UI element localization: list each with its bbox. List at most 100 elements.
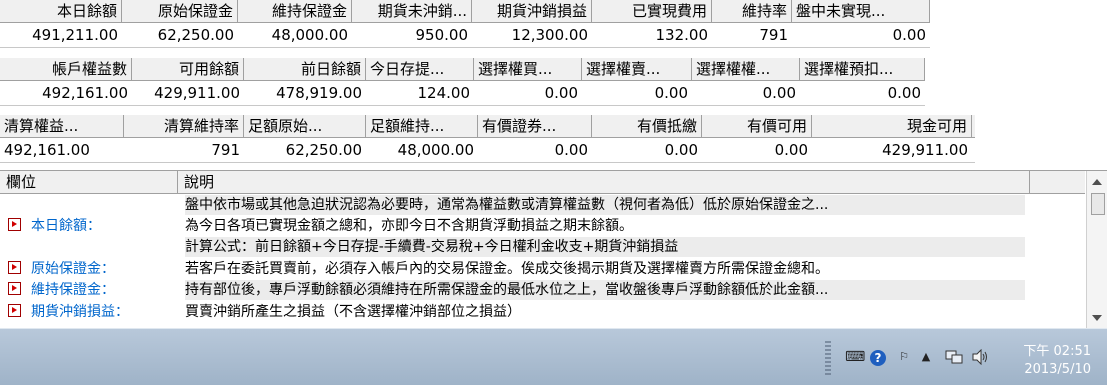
field-name-wrap: 原始保證金：	[8, 259, 180, 279]
value-cell[interactable]: 0.00	[702, 138, 812, 162]
value-cell[interactable]: 0.00	[478, 138, 592, 162]
list-item[interactable]: 原始保證金： 若客戶在委託買賣前，必須存入帳戶內的交易保證金。俟成交後揭示期貨及…	[0, 259, 1085, 279]
field-description: 為今日各項已實現金額之總和，亦即今日不含期貨浮動損益之期末餘額。	[185, 218, 633, 234]
field-description: 買賣沖銷所產生之損益（不含選擇權沖銷部位之損益）	[185, 304, 521, 320]
value-cell[interactable]: 12,300.00	[472, 23, 592, 47]
show-hidden-icons[interactable]: ▲	[917, 349, 935, 365]
value-cell[interactable]: 0.00	[692, 81, 800, 105]
grid-3-header: 清算權益... 清算維持率 足額原始... 足額維持... 有價證券... 有價…	[0, 115, 975, 138]
header-cell[interactable]: 維持保證金	[238, 0, 352, 22]
network-icon[interactable]	[945, 349, 963, 365]
value-cell[interactable]: 429,911.00	[132, 81, 244, 105]
grid-3-values: 492,161.00 791 62,250.00 48,000.00 0.00 …	[0, 138, 975, 163]
flag-icon[interactable]: ⚐	[895, 349, 913, 365]
vertical-scrollbar[interactable]	[1086, 171, 1107, 329]
header-cell[interactable]: 選擇權權...	[692, 58, 800, 80]
list-item[interactable]: 本日餘額： 為今日各項已實現金額之總和，亦即今日不含期貨浮動損益之期末餘額。	[0, 216, 1085, 236]
scroll-down-icon[interactable]	[1092, 315, 1102, 321]
value-cell[interactable]: 48,000.00	[238, 23, 352, 47]
header-cell[interactable]: 清算權益...	[0, 115, 124, 137]
header-cell[interactable]: 今日存提...	[366, 58, 474, 80]
list-item[interactable]: 計算公式：前日餘額+今日存提-手續費-交易稅+今日權利金收支+期貨沖銷損益	[0, 237, 1085, 257]
value-cell[interactable]: 48,000.00	[366, 138, 478, 162]
header-cell[interactable]: 原始保證金	[122, 0, 238, 22]
grid-1-values: 491,211.00 62,250.00 48,000.00 950.00 12…	[0, 23, 930, 48]
value-cell[interactable]: 0.00	[592, 138, 702, 162]
help-icon[interactable]: ?	[869, 349, 887, 366]
value-cell[interactable]: 791	[712, 23, 792, 47]
value-cell[interactable]: 62,250.00	[244, 138, 366, 162]
field-description: 盤中依市場或其他急迫狀況認為必要時，通常為權益數或清算權益數（視何者為低）低於原…	[185, 195, 1025, 215]
header-cell[interactable]: 有價可用	[702, 115, 812, 137]
value-cell[interactable]: 478,919.00	[244, 81, 366, 105]
list-item[interactable]: 期貨沖銷損益： 買賣沖銷所產生之損益（不含選擇權沖銷部位之損益）	[0, 302, 1085, 322]
field-name-wrap: 維持保證金：	[8, 280, 180, 300]
taskbar-grip[interactable]	[825, 341, 831, 375]
value-cell[interactable]: 0.00	[474, 81, 582, 105]
header-cell[interactable]: 選擇權賣...	[582, 58, 692, 80]
value-cell[interactable]: 132.00	[592, 23, 712, 47]
system-clock[interactable]: 下午 02:51 2013/5/10	[1023, 343, 1091, 379]
value-cell[interactable]: 0.00	[582, 81, 692, 105]
header-cell[interactable]: 維持率	[712, 0, 792, 22]
list-item[interactable]: 盤中依市場或其他急迫狀況認為必要時，通常為權益數或清算權益數（視何者為低）低於原…	[0, 195, 1085, 215]
value-cell[interactable]: 492,161.00	[0, 138, 124, 162]
value-cell[interactable]: 0.00	[792, 23, 930, 47]
expand-marker-icon[interactable]	[8, 261, 21, 274]
svg-text:?: ?	[875, 351, 882, 365]
description-header: 欄位 說明	[0, 171, 1085, 194]
keyboard-icon[interactable]: ⌨	[845, 349, 865, 365]
value-cell[interactable]: 429,911.00	[812, 138, 972, 162]
expand-marker-icon[interactable]	[8, 218, 21, 231]
scroll-up-icon[interactable]	[1092, 179, 1102, 185]
header-cell[interactable]: 有價證券...	[478, 115, 592, 137]
field-name: 維持保證金：	[31, 282, 115, 298]
system-tray: ⌨ ? ⚐ ▲ 下午 02:51 2013/5/10	[825, 329, 1107, 385]
summary-grid-3: 清算權益... 清算維持率 足額原始... 足額維持... 有價證券... 有價…	[0, 115, 975, 165]
list-item[interactable]: 維持保證金： 持有部位後，專戶浮動餘額必須維持在所需保證金的最低水位之上，當收盤…	[0, 280, 1085, 300]
value-cell[interactable]: 124.00	[366, 81, 474, 105]
clock-date: 2013/5/10	[1024, 362, 1091, 377]
summary-grid-2: 帳戶權益數 可用餘額 前日餘額 今日存提... 選擇權買... 選擇權賣... …	[0, 58, 925, 108]
header-cell[interactable]: 本日餘額	[0, 0, 122, 22]
summary-grid-1: 本日餘額 原始保證金 維持保證金 期貨未沖銷... 期貨沖銷損益 已實現費用 維…	[0, 0, 930, 50]
grid-2-header: 帳戶權益數 可用餘額 前日餘額 今日存提... 選擇權買... 選擇權賣... …	[0, 58, 925, 81]
header-cell[interactable]: 可用餘額	[132, 58, 244, 80]
header-cell[interactable]: 現金可用	[812, 115, 972, 137]
taskbar: ⌨ ? ⚐ ▲ 下午 02:51 2013/5/10	[0, 328, 1107, 385]
value-cell[interactable]: 491,211.00	[0, 23, 122, 47]
header-cell[interactable]: 期貨未沖銷...	[352, 0, 472, 22]
header-cell[interactable]: 已實現費用	[592, 0, 712, 22]
field-name: 期貨沖銷損益：	[31, 304, 129, 320]
field-description: 持有部位後，專戶浮動餘額必須維持在所需保證金的最低水位之上，當收盤後專戶浮動餘額…	[185, 280, 1025, 300]
value-cell[interactable]: 0.00	[800, 81, 925, 105]
field-description: 若客戶在委託買賣前，必須存入帳戶內的交易保證金。俟成交後揭示期貨及選擇權賣方所需…	[185, 261, 829, 277]
header-cell[interactable]: 有價抵繳	[592, 115, 702, 137]
column-header-description[interactable]: 說明	[178, 171, 1030, 193]
grid-2-values: 492,161.00 429,911.00 478,919.00 124.00 …	[0, 81, 925, 106]
field-name: 本日餘額：	[31, 218, 101, 234]
header-cell[interactable]: 帳戶權益數	[0, 58, 132, 80]
volume-icon[interactable]	[971, 348, 989, 366]
header-cell[interactable]: 選擇權預扣...	[800, 58, 925, 80]
header-cell[interactable]: 清算維持率	[124, 115, 244, 137]
field-name-wrap: 期貨沖銷損益：	[8, 302, 180, 322]
header-cell[interactable]: 足額原始...	[244, 115, 366, 137]
header-cell[interactable]: 前日餘額	[244, 58, 366, 80]
value-cell[interactable]: 62,250.00	[122, 23, 238, 47]
expand-marker-icon[interactable]	[8, 304, 21, 317]
expand-marker-icon[interactable]	[8, 282, 21, 295]
value-cell[interactable]: 950.00	[352, 23, 472, 47]
header-cell[interactable]: 選擇權買...	[474, 58, 582, 80]
column-header-field[interactable]: 欄位	[0, 171, 178, 193]
value-cell[interactable]: 492,161.00	[0, 81, 132, 105]
scroll-thumb[interactable]	[1091, 193, 1105, 215]
header-cell[interactable]: 盤中未實現...	[792, 0, 930, 22]
field-description: 計算公式：前日餘額+今日存提-手續費-交易稅+今日權利金收支+期貨沖銷損益	[185, 237, 1025, 257]
grid-1-header: 本日餘額 原始保證金 維持保證金 期貨未沖銷... 期貨沖銷損益 已實現費用 維…	[0, 0, 930, 23]
field-description-list: 欄位 說明 盤中依市場或其他急迫狀況認為必要時，通常為權益數或清算權益數（視何者…	[0, 170, 1107, 329]
value-cell[interactable]: 791	[124, 138, 244, 162]
header-cell[interactable]: 足額維持...	[366, 115, 478, 137]
header-cell[interactable]: 期貨沖銷損益	[472, 0, 592, 22]
field-name-wrap: 本日餘額：	[8, 216, 180, 236]
